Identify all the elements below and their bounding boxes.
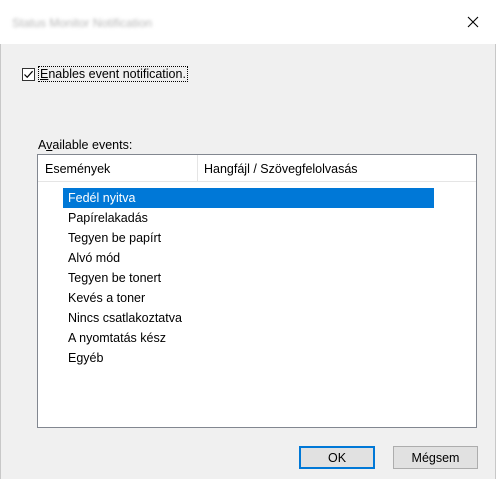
title-bar: Status Monitor Notification: [0, 0, 496, 44]
list-item[interactable]: Egyéb: [38, 348, 476, 368]
list-item-label: Tegyen be tonert: [68, 271, 162, 285]
available-events-label: Available events:: [38, 138, 132, 152]
list-item-label: Fedél nyitva: [63, 188, 434, 208]
column-divider[interactable]: [197, 155, 198, 181]
close-icon: [467, 16, 479, 28]
label-text: nables event notification.: [48, 67, 186, 81]
list-item-label: Kevés a toner: [68, 291, 146, 305]
ok-button[interactable]: OK: [299, 446, 375, 469]
window-border-left: [0, 44, 1, 479]
list-item-label: Papírelakadás: [68, 211, 148, 225]
list-item[interactable]: Nincs csatlakoztatva: [38, 308, 476, 328]
list-item-label: Alvó mód: [68, 251, 121, 265]
cancel-button[interactable]: Mégsem: [393, 446, 478, 469]
events-list[interactable]: Események Hangfájl / Szövegfelolvasás Fe…: [37, 154, 477, 428]
column-header-sound[interactable]: Hangfájl / Szövegfelolvasás: [204, 155, 464, 181]
list-item-label: Egyéb: [68, 351, 104, 365]
list-rows: Fedél nyitva Papírelakadás Tegyen be pap…: [38, 188, 476, 368]
list-item-label: Tegyen be papírt: [68, 231, 162, 245]
enable-notification-option[interactable]: Enables event notification.: [22, 66, 188, 82]
list-item[interactable]: Alvó mód: [38, 248, 476, 268]
list-item-label: Nincs csatlakoztatva: [68, 311, 182, 325]
list-item[interactable]: A nyomtatás kész: [38, 328, 476, 348]
list-item-label: A nyomtatás kész: [68, 331, 166, 345]
window-title: Status Monitor Notification: [12, 16, 153, 30]
close-button[interactable]: [450, 0, 496, 44]
enable-notification-checkbox[interactable]: [22, 67, 35, 81]
list-item[interactable]: Papírelakadás: [38, 208, 476, 228]
enable-notification-label[interactable]: Enables event notification.: [38, 66, 188, 82]
checkmark-icon: [24, 70, 34, 78]
list-item[interactable]: Tegyen be papírt: [38, 228, 476, 248]
label-text: ailable events:: [52, 138, 133, 152]
list-header: Események Hangfájl / Szövegfelolvasás: [38, 155, 476, 182]
label-prefix: A: [38, 138, 47, 152]
list-item[interactable]: Kevés a toner: [38, 288, 476, 308]
column-header-events[interactable]: Események: [45, 155, 195, 181]
list-item[interactable]: Tegyen be tonert: [38, 268, 476, 288]
list-item[interactable]: Fedél nyitva: [38, 188, 476, 208]
